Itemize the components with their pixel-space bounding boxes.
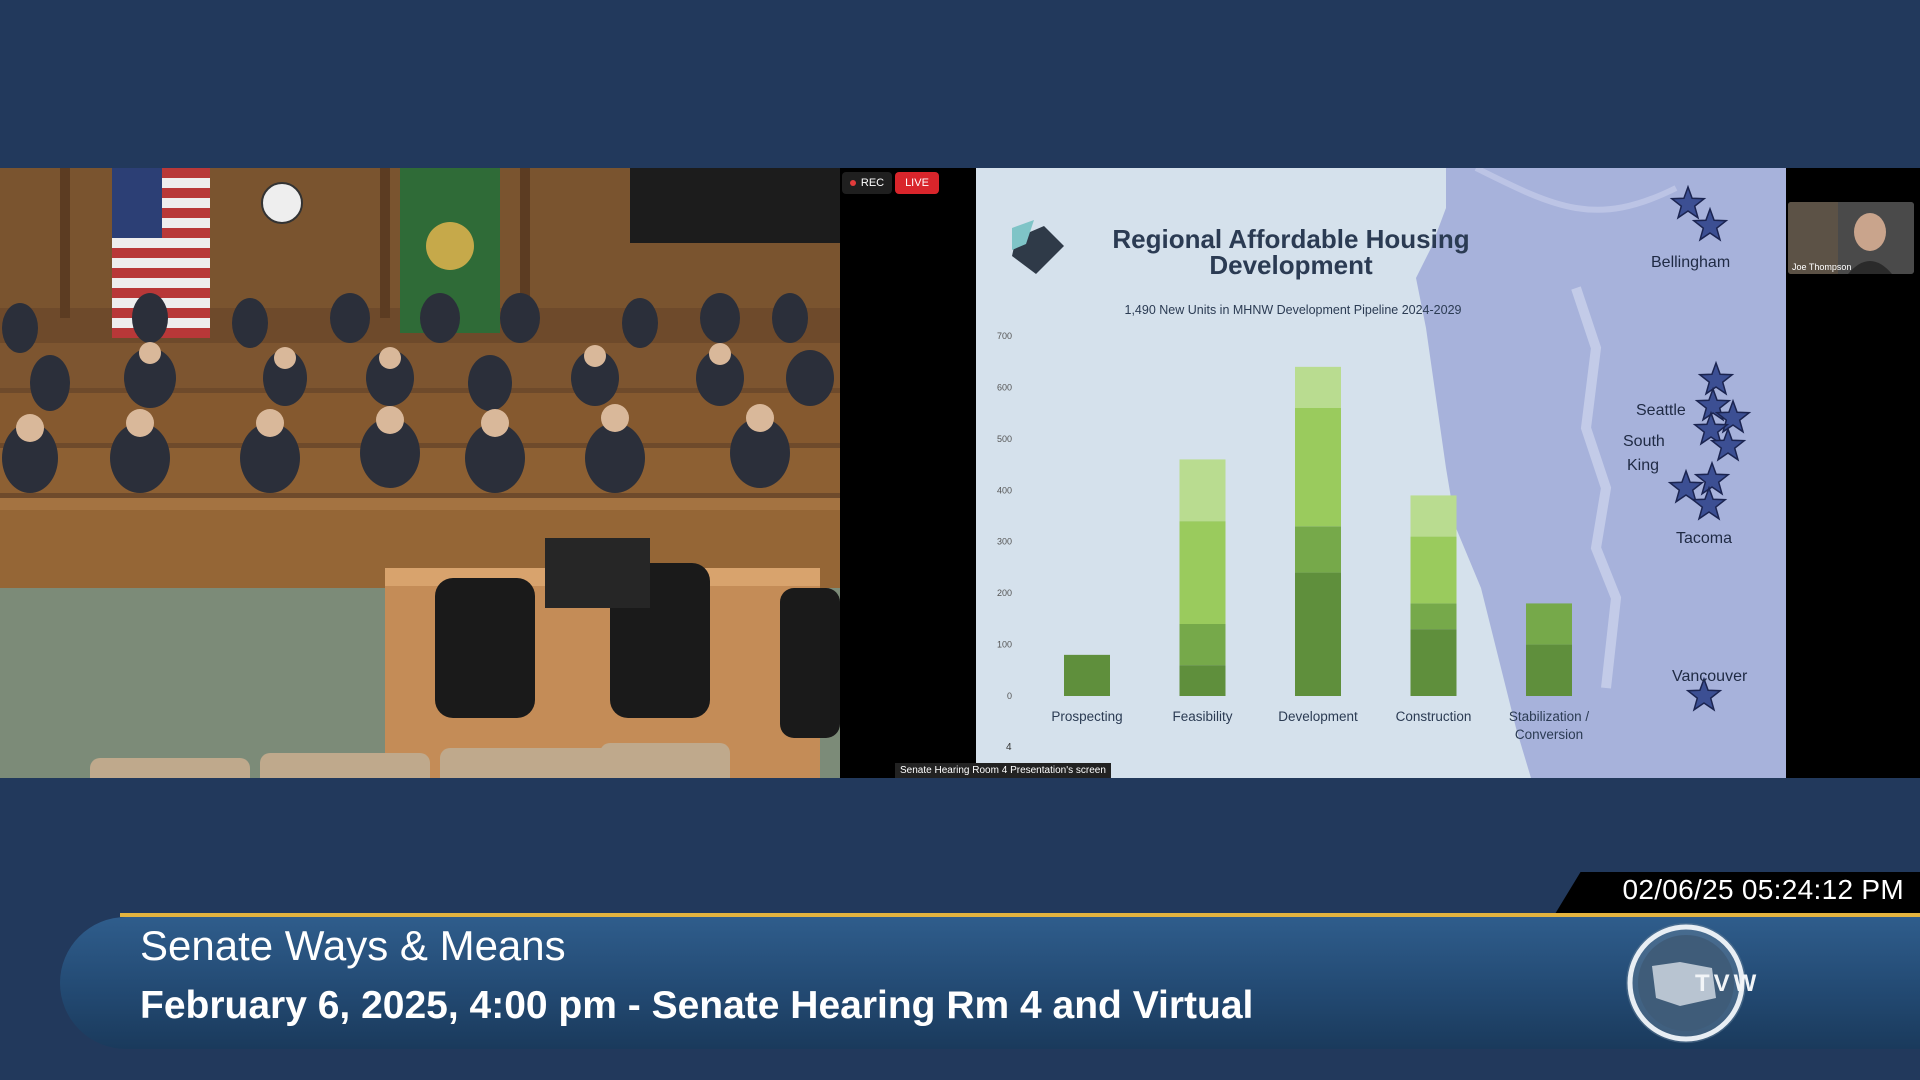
bar-segment bbox=[1410, 603, 1457, 630]
podium-monitor bbox=[545, 538, 650, 608]
bar-segment bbox=[1295, 526, 1341, 573]
bar-segment bbox=[1410, 629, 1457, 696]
bar-segment bbox=[1295, 366, 1341, 408]
x-category-label: Stabilization / bbox=[1509, 709, 1590, 724]
y-tick-label: 300 bbox=[997, 537, 1012, 547]
city-label-bellingham: Bellingham bbox=[1651, 254, 1730, 271]
y-tick-label: 700 bbox=[997, 331, 1012, 341]
city-label-king: King bbox=[1627, 457, 1659, 474]
participant-name: Joe Thompson bbox=[1792, 262, 1852, 272]
live-badge: LIVE bbox=[895, 172, 939, 194]
program-subtitle: February 6, 2025, 4:00 pm - Senate Heari… bbox=[140, 984, 1254, 1027]
y-tick-label: 0 bbox=[1007, 691, 1012, 701]
x-category-label: Construction bbox=[1396, 709, 1472, 724]
slide-title-line2: Development bbox=[1209, 250, 1373, 280]
y-tick-label: 200 bbox=[997, 588, 1012, 598]
tvw-logo: TVW bbox=[1620, 918, 1765, 1048]
y-tick-label: 100 bbox=[997, 640, 1012, 650]
recording-indicator: REC bbox=[842, 172, 892, 194]
city-label-south: South bbox=[1623, 433, 1665, 450]
wall-clock bbox=[261, 182, 303, 224]
y-tick-label: 600 bbox=[997, 382, 1012, 392]
bar-segment bbox=[1295, 572, 1341, 696]
program-title: Senate Ways & Means bbox=[140, 922, 566, 969]
x-category-label: Feasibility bbox=[1172, 709, 1232, 724]
mhnw-logo-icon bbox=[1012, 220, 1064, 274]
slide-page-number: 4 bbox=[1006, 742, 1012, 753]
presentation-slide: Regional Affordable Housing Development … bbox=[976, 168, 1786, 778]
x-category-label: Prospecting bbox=[1051, 709, 1122, 724]
bar-segment bbox=[1179, 521, 1226, 624]
city-label-vancouver: Vancouver bbox=[1672, 668, 1748, 685]
y-tick-label: 400 bbox=[997, 485, 1012, 495]
record-dot-icon bbox=[849, 180, 856, 186]
chart-subtitle: 1,490 New Units in MHNW Development Pipe… bbox=[1125, 303, 1462, 317]
chamber-camera-feed bbox=[0, 168, 840, 778]
broadcast-timestamp: 02/06/25 05:24:12 PM bbox=[1622, 874, 1904, 905]
rec-label: REC bbox=[860, 177, 885, 189]
bar-segment bbox=[1064, 654, 1110, 696]
slide-canvas: Regional Affordable Housing Development … bbox=[997, 168, 1786, 778]
y-tick-label: 500 bbox=[997, 434, 1012, 444]
bar-segment bbox=[1526, 603, 1572, 645]
bar-segment bbox=[1526, 644, 1572, 696]
bar-segment bbox=[1410, 536, 1457, 604]
bar-segment bbox=[1179, 665, 1226, 696]
tvw-logo-text: TVW bbox=[1695, 970, 1760, 997]
senate-chamber-scene bbox=[0, 168, 840, 778]
x-category-label: Development bbox=[1278, 709, 1358, 724]
bar-segment bbox=[1179, 624, 1226, 666]
share-source-caption: Senate Hearing Room 4 Presentation's scr… bbox=[895, 763, 1111, 778]
bar-segment bbox=[1179, 459, 1226, 522]
participant-video-tile[interactable]: Joe Thompson bbox=[1788, 202, 1914, 274]
x-category-label: Conversion bbox=[1515, 727, 1583, 742]
city-label-seattle: Seattle bbox=[1636, 402, 1686, 419]
bar-segment bbox=[1295, 408, 1341, 527]
city-label-tacoma: Tacoma bbox=[1676, 530, 1732, 547]
bar-segment bbox=[1410, 495, 1457, 537]
